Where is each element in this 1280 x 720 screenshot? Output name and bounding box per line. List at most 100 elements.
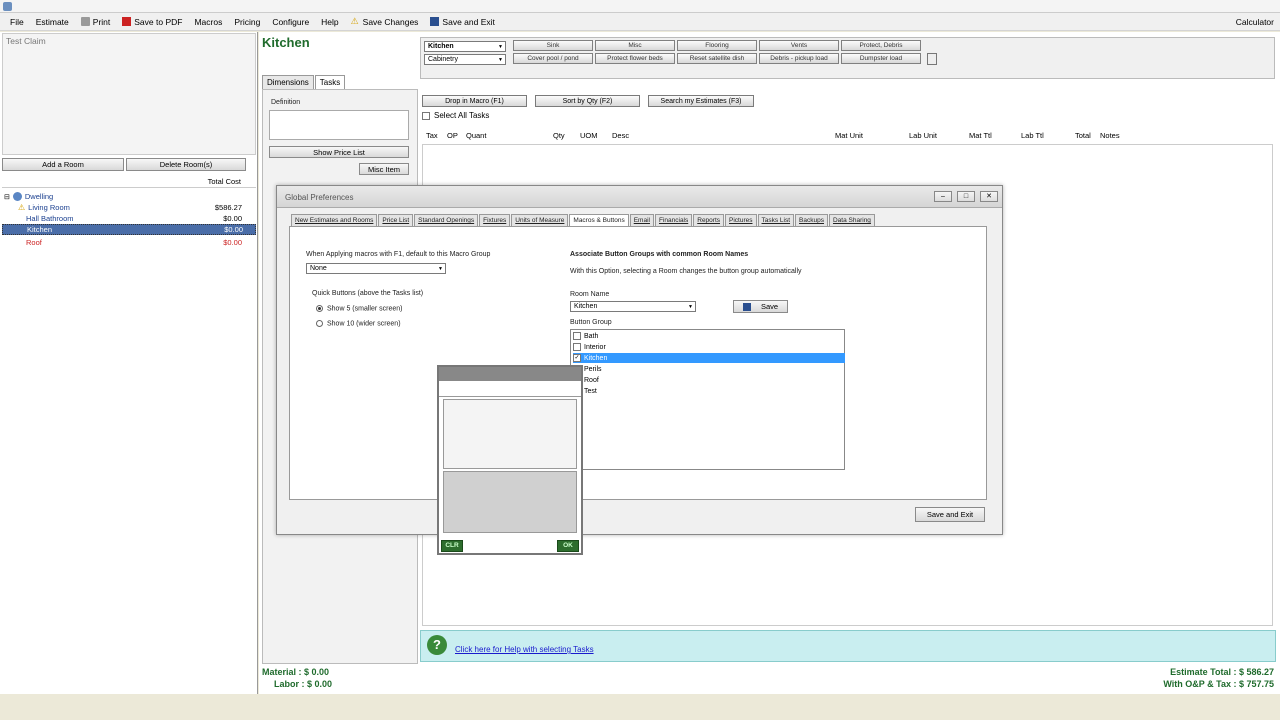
keypad-ok-button[interactable]: OK (557, 540, 579, 552)
menu-configure[interactable]: Configure (266, 13, 315, 31)
calculator-link[interactable]: Calculator (1236, 17, 1274, 27)
definition-textbox[interactable] (269, 110, 409, 140)
button-group-list[interactable]: Bath Interior ✓ Kitchen Perils Roof Test (570, 329, 845, 470)
tab-tasks-list[interactable]: Tasks List (757, 214, 795, 226)
show-price-list-button[interactable]: Show Price List (269, 146, 409, 158)
menu-save-exit[interactable]: Save and Exit (424, 13, 500, 31)
show10-radio[interactable]: Show 10 (wider screen) (316, 320, 401, 327)
tab-macros-buttons[interactable]: Macros & Buttons (569, 214, 629, 226)
misc-item-button[interactable]: Misc Item (359, 163, 409, 175)
show5-radio[interactable]: Show 5 (smaller screen) (316, 305, 402, 312)
tab-reports[interactable]: Reports (693, 214, 725, 226)
list-item[interactable]: Perils (573, 364, 845, 374)
room-name-select[interactable]: Kitchen (570, 301, 696, 312)
dialog-title: Global Preferences (285, 193, 354, 202)
menu-file[interactable]: File (4, 13, 30, 31)
menu-print[interactable]: Print (75, 13, 116, 31)
menu-bar: File Estimate Print Save to PDF Macros P… (0, 13, 1280, 31)
drop-macro-button[interactable]: Drop in Macro (F1) (422, 95, 527, 107)
select-all-label: Select All Tasks (434, 111, 490, 120)
list-item[interactable]: Roof (573, 375, 845, 385)
tab-email[interactable]: Email (629, 214, 654, 226)
menu-macros[interactable]: Macros (188, 13, 228, 31)
claim-name: Test Claim (6, 36, 46, 46)
list-item[interactable]: ✓ Kitchen (573, 353, 845, 363)
button-subgroup-select[interactable]: Cabinetry (424, 54, 506, 65)
tab-financials[interactable]: Financials (654, 214, 693, 226)
preferences-tabs: New Estimates and Rooms Price List Stand… (291, 214, 876, 226)
list-item[interactable]: Interior (573, 342, 845, 352)
quick-btn-dumpster[interactable]: Dumpster load (841, 53, 921, 64)
list-item[interactable]: Bath (573, 331, 845, 341)
tab-new-estimates[interactable]: New Estimates and Rooms (291, 214, 378, 226)
room-list-header: Total Cost (2, 177, 256, 188)
claim-box: Test Claim (2, 33, 256, 155)
save-icon (430, 17, 440, 26)
sort-qty-button[interactable]: Sort by Qty (F2) (535, 95, 640, 107)
quick-btn-flooring[interactable]: Flooring (677, 40, 757, 51)
tab-pictures[interactable]: Pictures (725, 214, 757, 226)
quick-btn-protect-flower[interactable]: Protect flower beds (595, 53, 675, 64)
tree-item-living-room[interactable]: ⚠ Living Room $586.27 (18, 202, 254, 213)
room-save-button[interactable]: Save (733, 300, 788, 313)
material-labor-totals: Material : $ 0.00 Labor : $ 0.00 (262, 667, 333, 689)
tab-dimensions[interactable]: Dimensions (262, 75, 314, 89)
list-item[interactable]: Test (573, 386, 845, 396)
pdf-icon (122, 17, 132, 26)
checkbox-icon[interactable] (573, 332, 581, 340)
keypad-area[interactable] (443, 471, 577, 533)
collapse-icon[interactable]: ⊟ (4, 193, 10, 201)
menu-save-pdf[interactable]: Save to PDF (116, 13, 188, 31)
checkbox-icon[interactable] (573, 343, 581, 351)
room-name-label: Room Name (570, 291, 610, 298)
tab-units-of-measure[interactable]: Units of Measure (511, 214, 569, 226)
maximize-icon[interactable]: □ (957, 191, 975, 202)
tree-item-roof[interactable]: Roof $0.00 (18, 237, 254, 248)
tree-item-dwelling[interactable]: ⊟ Dwelling (4, 191, 254, 202)
assoc-title: Associate Button Groups with common Room… (570, 251, 749, 258)
button-group-select[interactable]: Kitchen (424, 41, 506, 52)
tab-tasks[interactable]: Tasks (314, 75, 346, 89)
tab-backups[interactable]: Backups (795, 214, 828, 226)
help-bar: ? Click here for Help with selecting Tas… (420, 630, 1276, 662)
tab-fixtures[interactable]: Fixtures (479, 214, 511, 226)
quick-btn-misc[interactable]: Misc (595, 40, 675, 51)
minimize-icon[interactable]: – (934, 191, 952, 202)
task-table-header: Tax OP Quant Qty UOM Desc Mat Unit Lab U… (426, 131, 1120, 140)
delete-room-button[interactable]: Delete Room(s) (126, 158, 246, 171)
menu-estimate[interactable]: Estimate (30, 13, 75, 31)
tab-data-sharing[interactable]: Data Sharing (828, 214, 875, 226)
save-icon (742, 302, 751, 311)
quick-btn-sink[interactable]: Sink (513, 40, 593, 51)
quick-btn-protect-debris[interactable]: Protect, Debris (841, 40, 921, 51)
macro-group-label: When Applying macros with F1, default to… (306, 251, 491, 258)
keypad-clr-button[interactable]: CLR (441, 540, 463, 552)
close-icon[interactable]: ✕ (980, 191, 998, 202)
save-and-exit-button[interactable]: Save and Exit (915, 507, 985, 522)
quick-btn-cover-pool[interactable]: Cover pool / pond (513, 53, 593, 64)
quick-btn-vents[interactable]: Vents (759, 40, 839, 51)
macro-group-select[interactable]: None (306, 263, 446, 274)
left-panel: Test Claim Add a Room Delete Room(s) Tot… (0, 32, 258, 694)
quick-btn-debris-pickup[interactable]: Debris - pickup load (759, 53, 839, 64)
menu-pricing[interactable]: Pricing (228, 13, 266, 31)
keypad-area[interactable] (443, 399, 577, 469)
keypad-titlebar (439, 367, 581, 381)
global-preferences-dialog: Global Preferences – □ ✕ New Estimates a… (276, 185, 1003, 535)
tree-item-hall-bathroom[interactable]: Hall Bathroom $0.00 (18, 213, 254, 224)
tree-item-kitchen[interactable]: Kitchen $0.00 (2, 224, 256, 235)
tab-price-list[interactable]: Price List (378, 214, 414, 226)
quick-btn-reset-satellite[interactable]: Reset satellite dish (677, 53, 757, 64)
menu-save-changes[interactable]: ⚠ Save Changes (345, 13, 425, 31)
select-all-checkbox[interactable] (422, 112, 430, 120)
checkbox-icon[interactable]: ✓ (573, 354, 581, 362)
tab-standard-openings[interactable]: Standard Openings (414, 214, 479, 226)
radio-icon (316, 320, 323, 327)
menu-help[interactable]: Help (315, 13, 344, 31)
search-estimates-button[interactable]: Search my Estimates (F3) (648, 95, 754, 107)
help-link[interactable]: Click here for Help with selecting Tasks (455, 645, 594, 654)
warning-icon: ⚠ (350, 16, 359, 26)
grid-settings-icon[interactable] (927, 53, 937, 65)
add-room-button[interactable]: Add a Room (2, 158, 124, 171)
assoc-description: With this Option, selecting a Room chang… (570, 268, 802, 275)
